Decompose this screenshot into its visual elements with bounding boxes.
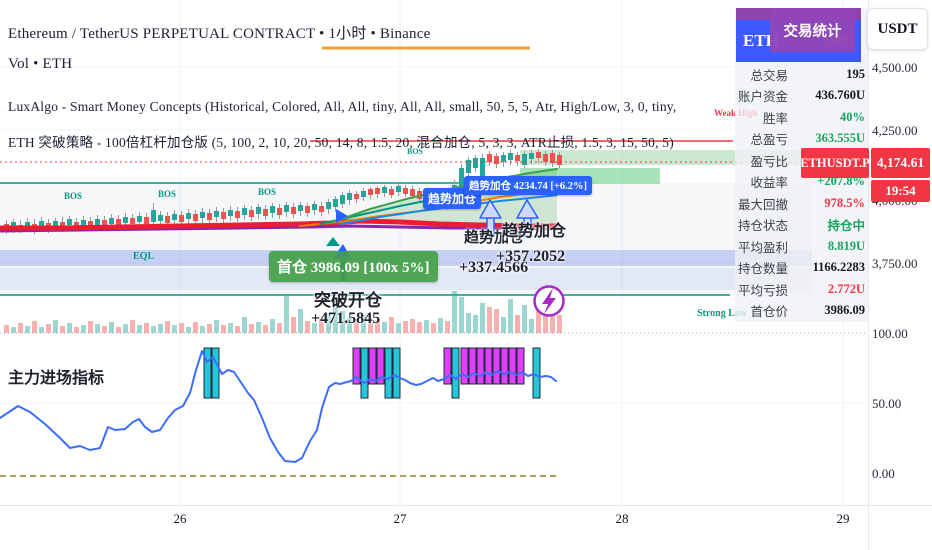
stat-label: 最大回撤 [737, 197, 788, 212]
stat-label: 持仓状态 [737, 219, 788, 233]
bos-label-4: BOS [407, 147, 424, 156]
stat-value: 1166.2283 [812, 260, 865, 274]
trend-add-label-2: 趋势加仓 [502, 223, 567, 240]
stat-value: 978.5% [824, 195, 865, 210]
symbol-title[interactable]: Ethereum / TetherUS PERPETUAL CONTRACT •… [8, 22, 430, 43]
symbol-price-badge: ETHUSDT.P [800, 148, 870, 178]
stat-label: 平均盈利 [737, 240, 788, 255]
breakout-entry-label: 突破开仓 [314, 291, 382, 310]
stat-value: 436.760U [815, 88, 865, 102]
bos-label-3: BOS [258, 187, 277, 197]
time-tick-28[interactable]: 28 [616, 511, 629, 527]
stat-row-9: 平均盈利 8.819U [735, 236, 868, 256]
time-tick-27[interactable]: 27 [394, 511, 407, 527]
osc-tick-50.00[interactable]: 50.00 [872, 396, 901, 412]
indicator-legend-luxalgo[interactable]: LuxAlgo - Smart Money Concepts (Historic… [8, 99, 676, 115]
stat-value: 195 [846, 66, 865, 81]
price-tick-3,750.00[interactable]: 3,750.00 [872, 256, 918, 272]
stat-row-7: 最大回撤 978.5% [735, 193, 868, 213]
stat-value: 2.772U [827, 281, 865, 296]
stat-label: 首仓价 [750, 305, 788, 319]
time-tick-29[interactable]: 29 [837, 511, 850, 527]
price-tick-4,250.00[interactable]: 4,250.00 [872, 123, 918, 139]
stat-label: 持仓数量 [737, 262, 788, 276]
bos-label-1: BOS [64, 191, 83, 201]
stat-value: 8.819U [827, 238, 865, 253]
stat-row-3: 胜率 40% [735, 107, 868, 127]
stat-value: 363.555U [815, 131, 865, 145]
stat-row-1: 总交易 195 [735, 64, 868, 84]
time-tick-26[interactable]: 26 [174, 511, 187, 527]
trading-chart-window: Ethereum / TetherUS PERPETUAL CONTRACT •… [0, 0, 932, 550]
currency-toggle-button[interactable]: USDT [867, 8, 928, 50]
stat-label: 胜率 [762, 111, 788, 126]
volume-legend[interactable]: Vol • ETH [8, 56, 72, 73]
stat-value: 40% [840, 109, 865, 124]
osc-tick-100.00[interactable]: 100.00 [872, 326, 908, 342]
stat-label: 账户资金 [737, 90, 788, 104]
oscillator-title: 主力进场指标 [8, 370, 105, 387]
stat-label: 总盈亏 [750, 133, 788, 147]
stats-panel-title: 交易统计 [770, 8, 855, 52]
stat-label: 总交易 [750, 68, 788, 83]
osc-tick-0.00[interactable]: 0.00 [872, 466, 895, 482]
stat-label: 盈亏比 [750, 154, 788, 169]
stat-row-10: 持仓数量 1166.2283 [735, 258, 868, 278]
stat-row-4: 总盈亏 363.555U [735, 129, 868, 149]
breakout-entry-value: +471.5845 [311, 310, 381, 327]
stat-value: 持仓中 [827, 219, 865, 233]
entry-order-badge: 首仓 3986.09 [100x 5%] [269, 251, 438, 282]
last-price-badge: 4,174.61 [871, 148, 930, 178]
stat-label: 平均亏损 [737, 283, 788, 298]
stat-row-11: 平均亏损 2.772U [735, 279, 868, 299]
stat-row-12: 首仓价 3986.09 [735, 301, 868, 321]
bos-label-2: BOS [158, 189, 177, 199]
trend-add-badge-big: 趋势加仓 4234.74 [+6.2%] [464, 176, 592, 195]
eql-label: EQL [133, 251, 155, 262]
stat-label: 收益率 [750, 176, 788, 190]
countdown-badge: 19:54 [871, 180, 930, 202]
indicator-legend-strategy[interactable]: ETH 突破策略 - 100倍杠杆加仓版 (5, 100, 2, 10, 20,… [8, 131, 674, 151]
trend-add-value-2: +357.2052 [496, 248, 566, 265]
price-tick-4,500.00[interactable]: 4,500.00 [872, 60, 918, 76]
stat-row-8: 持仓状态 持仓中 [735, 215, 868, 235]
stat-value: 3986.09 [824, 303, 865, 317]
stat-row-2: 账户资金 436.760U [735, 86, 868, 106]
time-scale-border [0, 505, 932, 506]
